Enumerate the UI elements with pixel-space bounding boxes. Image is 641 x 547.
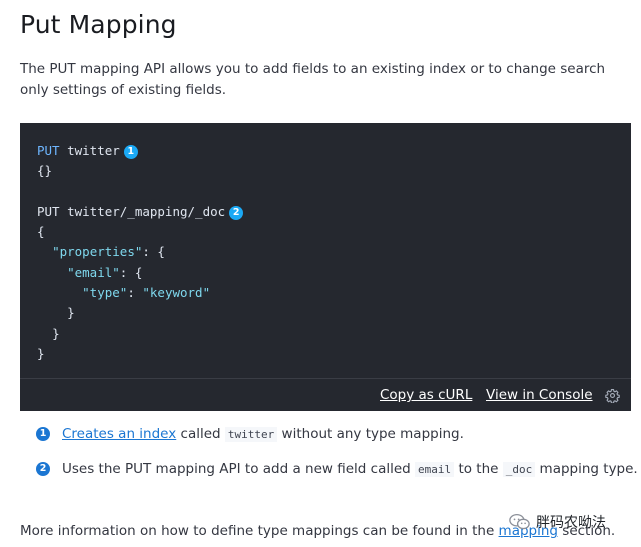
code-close-root: } <box>37 345 45 361</box>
callout-text-1: Creates an index called twitter without … <box>62 423 464 446</box>
code-close-properties: } <box>52 325 60 341</box>
callout-number-2: 2 <box>36 462 50 476</box>
callout-2-text-middle: to the <box>454 461 503 477</box>
code-footer: Copy as cURL View in Console <box>20 378 631 411</box>
code-index-name: twitter <box>59 143 120 158</box>
code-properties-key: "properties" <box>52 244 143 260</box>
watermark: 胖码农呦法 <box>509 510 626 536</box>
callout-text-2: Uses the PUT mapping API to add a new fi… <box>62 458 638 481</box>
code-type-value: "keyword" <box>142 285 211 301</box>
code-snippet: PUT twitter 1 {} PUT twitter/_mapping/_do… <box>37 141 244 364</box>
code-close-email: } <box>67 305 75 321</box>
intro-paragraph: The PUT mapping API allows you to add fi… <box>20 61 606 98</box>
code-empty-object: {} <box>37 163 53 179</box>
gear-icon[interactable] <box>605 388 620 403</box>
callout-item-2: 2 Uses the PUT mapping API to add a new … <box>36 458 638 481</box>
inline-code-twitter: twitter <box>224 427 278 442</box>
code-email-colon: : { <box>119 264 143 280</box>
callout-item-1: 1 Creates an index called twitter withou… <box>36 423 636 445</box>
callout-2-text-end: mapping type. <box>535 461 638 477</box>
callout-1-text-part: called <box>176 426 225 442</box>
inline-code-email: email <box>415 462 455 477</box>
code-properties-colon: : { <box>142 244 165 260</box>
callout-2-text-start: Uses the PUT mapping API to add a new fi… <box>62 461 416 477</box>
page-title: Put Mapping <box>20 10 177 39</box>
code-type-key: "type" <box>82 285 128 301</box>
code-callout-2: 2 <box>229 205 244 220</box>
code-callout-1: 1 <box>123 145 138 159</box>
wechat-icon <box>509 513 530 530</box>
more-info-text-start: More information on how to define type m… <box>20 523 499 539</box>
code-email-key: "email" <box>67 264 120 280</box>
inline-code-doc: _doc <box>502 462 536 477</box>
code-open-brace: { <box>37 224 45 240</box>
code-put-mapping: PUT twitter/_mapping/_doc <box>37 203 226 219</box>
code-type-colon: : <box>127 285 143 301</box>
code-panel: PUT twitter 1 {} PUT twitter/_mapping/_do… <box>20 123 631 411</box>
watermark-text: 胖码农呦法 <box>536 515 606 531</box>
callout-1-text-end: without any type mapping. <box>277 426 464 442</box>
creates-an-index-link[interactable]: Creates an index <box>62 426 176 442</box>
code-put-method: PUT <box>37 143 60 158</box>
copy-as-curl-button[interactable]: Copy as cURL <box>380 387 472 403</box>
callout-number-1: 1 <box>36 427 50 441</box>
view-in-console-button[interactable]: View in Console <box>486 387 593 403</box>
